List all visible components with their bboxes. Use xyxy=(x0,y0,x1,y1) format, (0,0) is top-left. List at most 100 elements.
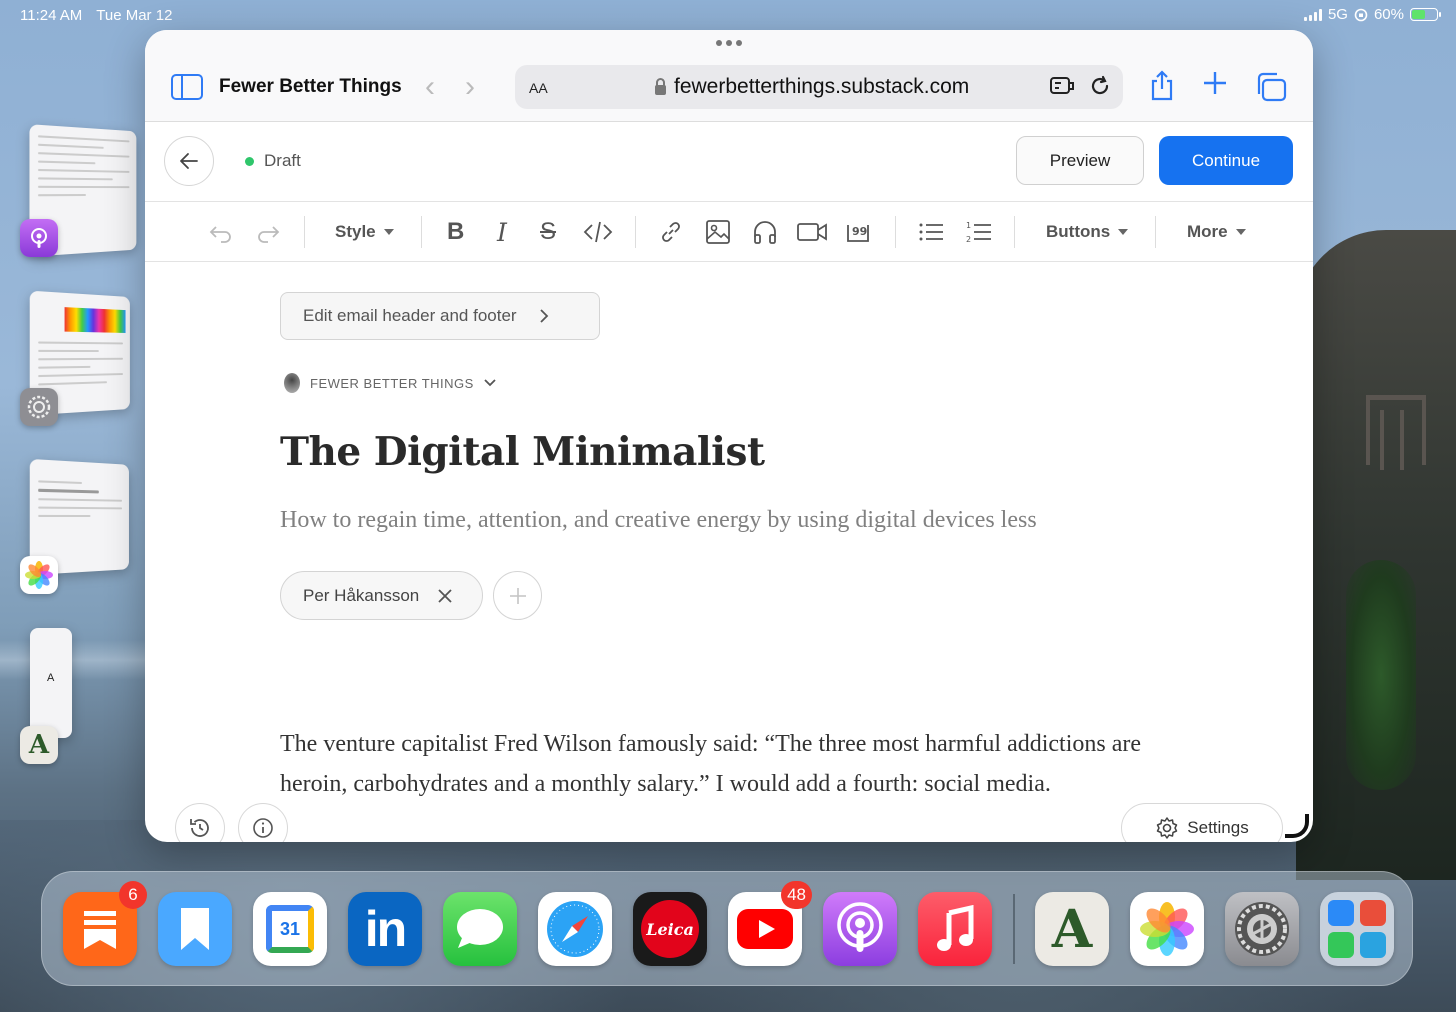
history-button[interactable] xyxy=(175,803,225,842)
edit-email-header-footer-button[interactable]: Edit email header and footer xyxy=(280,292,600,340)
publication-avatar xyxy=(284,373,300,393)
info-button[interactable] xyxy=(238,803,288,842)
video-icon[interactable] xyxy=(796,219,828,245)
sidebar-toggle-icon[interactable] xyxy=(171,74,203,100)
dock-settings-icon[interactable] xyxy=(1225,892,1299,966)
continue-button[interactable]: Continue xyxy=(1159,136,1293,185)
audio-icon[interactable] xyxy=(752,219,778,245)
add-author-button[interactable] xyxy=(493,571,542,620)
telegram-mini-icon xyxy=(1360,932,1386,958)
link-icon[interactable] xyxy=(658,219,684,245)
toolbar-divider xyxy=(1014,216,1015,248)
network-label: 5G xyxy=(1328,6,1348,23)
numbered-list-icon[interactable]: 12 xyxy=(965,219,993,245)
draft-status-label: Draft xyxy=(264,151,301,171)
url-text: fewerbetterthings.substack.com xyxy=(674,75,969,99)
battery-fill xyxy=(1412,10,1425,19)
tab-overview-icon[interactable] xyxy=(1255,72,1287,102)
extension-icon[interactable] xyxy=(1049,75,1075,97)
dock-linkedin-icon[interactable]: in xyxy=(348,892,422,966)
undo-icon[interactable] xyxy=(208,219,234,245)
more-dropdown[interactable]: More xyxy=(1187,219,1246,245)
photos-mini-icon[interactable] xyxy=(20,556,58,594)
toolbar-divider xyxy=(304,216,305,248)
remove-author-close-icon[interactable] xyxy=(437,588,453,604)
style-dropdown-label: Style xyxy=(335,222,376,242)
dock-podcasts-icon[interactable] xyxy=(823,892,897,966)
redo-icon[interactable] xyxy=(255,219,281,245)
code-icon[interactable] xyxy=(583,219,613,245)
dock-youtube-icon[interactable]: 48 xyxy=(728,892,802,966)
style-dropdown[interactable]: Style xyxy=(335,219,394,245)
svg-text:99: 99 xyxy=(852,225,867,238)
dock-bookmarks-icon[interactable] xyxy=(158,892,232,966)
reload-icon[interactable] xyxy=(1089,75,1111,97)
image-icon[interactable] xyxy=(705,219,731,245)
battery-percent: 60% xyxy=(1374,6,1404,23)
post-title[interactable]: The Digital Minimalist xyxy=(280,429,764,475)
dock-substack-icon[interactable]: 6 xyxy=(63,892,137,966)
arrow-left-icon xyxy=(179,152,199,170)
svg-text:1: 1 xyxy=(966,221,971,230)
editor-back-button[interactable] xyxy=(164,136,214,186)
lock-icon xyxy=(655,85,666,95)
post-body[interactable]: The venture capitalist Fred Wilson famou… xyxy=(280,725,1160,804)
text-app-letter: A xyxy=(47,672,54,684)
chevron-down-icon xyxy=(1118,229,1128,235)
dock-photos-icon[interactable] xyxy=(1130,892,1204,966)
files-mini-icon xyxy=(1328,900,1354,926)
dock-divider xyxy=(1013,894,1015,964)
formatting-toolbar: Style B I S 99 12 Buttons More xyxy=(145,202,1313,262)
dock-messages-icon[interactable] xyxy=(443,892,517,966)
toolbar-divider xyxy=(895,216,896,248)
edit-email-header-footer-label: Edit email header and footer xyxy=(303,306,517,326)
stage-thumbnail-text-app[interactable]: A xyxy=(30,628,72,738)
bold-icon[interactable]: B xyxy=(447,219,464,245)
author-chip[interactable]: Per Håkansson xyxy=(280,571,483,620)
chevron-right-icon xyxy=(539,308,549,324)
reader-aa-button[interactable]: AA xyxy=(529,76,548,99)
forward-arrow-icon[interactable]: › xyxy=(465,70,475,104)
cellular-signal-icon xyxy=(1304,9,1322,21)
safari-window: Fewer Better Things ‹ › AA fewerbetterth… xyxy=(145,30,1313,842)
preview-button[interactable]: Preview xyxy=(1016,136,1144,185)
bulleted-list-icon[interactable] xyxy=(917,219,945,245)
italic-icon[interactable]: I xyxy=(497,219,507,245)
plus-icon xyxy=(509,587,527,605)
dock-alto-icon[interactable]: A xyxy=(1035,892,1109,966)
url-display[interactable]: fewerbetterthings.substack.com xyxy=(655,75,969,99)
google-calendar-glyph: 31 xyxy=(266,905,314,953)
youtube-badge: 48 xyxy=(781,881,812,909)
chevron-down-icon xyxy=(384,229,394,235)
settings-mini-icon[interactable] xyxy=(20,388,58,426)
settings-button[interactable]: Settings xyxy=(1121,803,1283,842)
status-date: Tue Mar 12 xyxy=(96,7,172,24)
orientation-lock-icon xyxy=(1354,8,1368,22)
app-library-grid xyxy=(1328,900,1386,958)
address-bar[interactable]: AA fewerbetterthings.substack.com xyxy=(515,65,1123,109)
strikethrough-icon[interactable]: S xyxy=(540,219,556,245)
dock-music-icon[interactable] xyxy=(918,892,992,966)
substack-badge: 6 xyxy=(119,881,147,909)
podcasts-mini-icon[interactable] xyxy=(20,219,58,257)
back-arrow-icon[interactable]: ‹ xyxy=(425,70,435,104)
status-time: 11:24 AM xyxy=(20,7,82,24)
chevron-down-icon xyxy=(484,379,496,387)
alto-mini-icon[interactable]: A xyxy=(20,726,58,764)
editor-content: Edit email header and footer FEWER BETTE… xyxy=(145,263,1313,842)
wallpaper-deck xyxy=(1366,395,1426,465)
gear-icon xyxy=(1155,816,1179,840)
dock-leica-icon[interactable]: Leica xyxy=(633,892,707,966)
alto-mini-letter: A xyxy=(29,730,49,760)
embed-icon[interactable]: 99 xyxy=(844,219,872,245)
leica-label: Leica xyxy=(646,920,694,939)
share-icon[interactable] xyxy=(1149,70,1175,102)
dock-calendar-icon[interactable]: 31 xyxy=(253,892,327,966)
dock-safari-icon[interactable] xyxy=(538,892,612,966)
new-tab-icon[interactable] xyxy=(1202,70,1228,96)
window-grabber-icon[interactable] xyxy=(716,40,742,46)
post-subtitle[interactable]: How to regain time, attention, and creat… xyxy=(280,507,1037,534)
buttons-dropdown[interactable]: Buttons xyxy=(1046,219,1128,245)
dock-app-library-icon[interactable] xyxy=(1320,892,1394,966)
publication-selector[interactable]: FEWER BETTER THINGS xyxy=(284,373,496,393)
